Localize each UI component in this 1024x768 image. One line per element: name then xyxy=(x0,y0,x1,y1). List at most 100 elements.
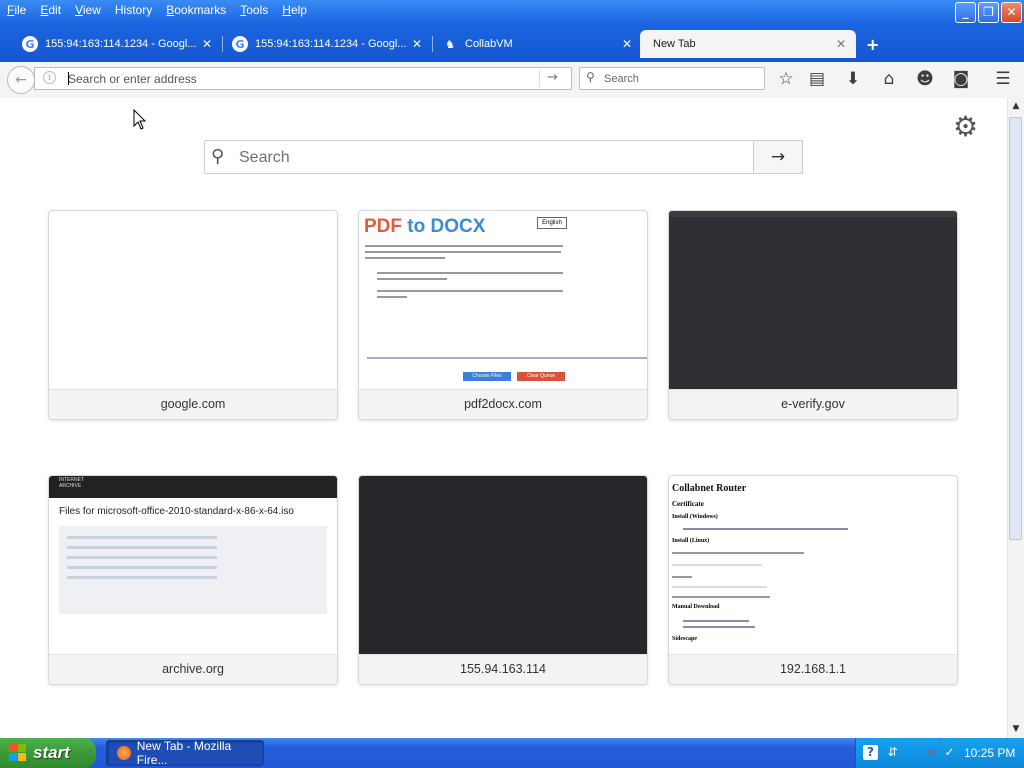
google-icon: G xyxy=(22,36,38,52)
help-icon[interactable]: ? xyxy=(863,745,878,760)
menu-bookmarks[interactable]: Bookmarks xyxy=(159,0,233,20)
tile-thumbnail xyxy=(49,211,337,389)
top-site-tile[interactable]: e-verify.gov xyxy=(668,210,958,420)
close-window-button[interactable]: ✕ xyxy=(1001,2,1022,23)
format-links-row xyxy=(367,357,647,359)
maximize-button[interactable]: ❐ xyxy=(978,2,999,23)
language-select: English xyxy=(537,217,567,229)
network-icon[interactable]: ⇵ xyxy=(885,745,900,760)
menu-label: ools xyxy=(246,3,269,17)
top-site-tile[interactable]: Collabnet Router Certificate Install (Wi… xyxy=(668,475,958,685)
tile-thumbnail: Collabnet Router Certificate Install (Wi… xyxy=(669,476,957,654)
security-shield-icon[interactable]: ⛨ xyxy=(924,745,939,760)
text-line xyxy=(672,586,767,588)
router-heading: Sidescape xyxy=(672,636,698,642)
mouse-cursor-icon xyxy=(133,109,147,130)
menu-accel: V xyxy=(75,3,83,17)
router-heading: Install (Linux) xyxy=(672,538,710,544)
search-icon: ⚲ xyxy=(211,146,225,167)
tab-new-tab[interactable]: New Tab ✕ xyxy=(640,30,856,58)
menu-label: ookmarks xyxy=(174,3,227,17)
go-arrow-icon[interactable]: → xyxy=(547,70,558,85)
archive-brand: INTERNET ARCHIVE xyxy=(59,477,84,489)
reader-list-icon[interactable]: ▤ xyxy=(806,68,828,90)
tile-label: 155.94.163.114 xyxy=(359,654,647,684)
menu-tools[interactable]: Tools xyxy=(233,0,275,20)
menu-accel: H xyxy=(282,3,291,17)
info-icon[interactable]: i xyxy=(43,71,56,84)
menu-view[interactable]: View xyxy=(68,0,108,20)
top-site-tile[interactable]: PDF to DOCX English Choose Files Clear Q… xyxy=(358,210,648,420)
scroll-up-icon[interactable]: ▲ xyxy=(1010,101,1022,113)
scrollbar-thumb[interactable] xyxy=(1009,117,1022,540)
text-line xyxy=(672,576,692,578)
update-icon[interactable]: ✓ xyxy=(942,745,957,760)
search-input[interactable] xyxy=(602,70,756,88)
text-line xyxy=(365,257,445,259)
address-input[interactable] xyxy=(66,69,528,88)
download-icon[interactable]: ⬇ xyxy=(842,68,864,90)
menu-label: ile xyxy=(14,3,27,17)
tile-label: google.com xyxy=(49,389,337,419)
router-heading: Install (Windows) xyxy=(672,514,718,520)
close-icon[interactable]: ✕ xyxy=(620,37,634,51)
minimize-button[interactable]: _ xyxy=(955,2,976,23)
search-icon: ⚲ xyxy=(586,70,595,84)
text-caret xyxy=(68,72,69,85)
archive-header: INTERNET ARCHIVE xyxy=(49,476,337,498)
page-search-input[interactable] xyxy=(237,146,741,170)
back-button[interactable]: ← xyxy=(7,66,35,94)
tab-google-2[interactable]: G 155:94:163:114.1234 - Googl... ✕ xyxy=(210,30,432,58)
windows-logo-icon xyxy=(9,744,27,762)
file-row xyxy=(67,546,217,549)
search-go-button[interactable]: → xyxy=(754,140,803,174)
menu-label: History xyxy=(114,3,153,17)
menu-edit[interactable]: Edit xyxy=(33,0,68,20)
hamburger-menu-icon[interactable]: ☰ xyxy=(992,68,1014,90)
home-icon[interactable]: ⌂ xyxy=(878,68,900,90)
top-site-tile[interactable]: google.com xyxy=(48,210,338,420)
tile-label: 192.168.1.1 xyxy=(669,654,957,684)
top-site-tile[interactable]: 155.94.163.114 xyxy=(358,475,648,685)
tile-label: archive.org xyxy=(49,654,337,684)
clear-queue-button: Clear Queue xyxy=(517,372,565,381)
tile-thumbnail xyxy=(669,211,957,389)
file-row xyxy=(67,576,217,579)
bookmark-star-icon[interactable]: ☆ xyxy=(775,68,797,90)
settings-gear-icon[interactable]: ⚙ xyxy=(953,113,978,141)
menu-label: dit xyxy=(48,3,62,17)
start-label: start xyxy=(33,743,70,762)
new-tab-button[interactable]: + xyxy=(866,35,879,54)
chat-icon[interactable]: ☻ xyxy=(914,68,936,90)
tab-title: 155:94:163:114.1234 - Googl... xyxy=(45,38,197,50)
google-icon: G xyxy=(232,36,248,52)
top-site-tile[interactable]: INTERNET ARCHIVE Files for microsoft-off… xyxy=(48,475,338,685)
file-row xyxy=(67,536,217,539)
text-line xyxy=(365,245,563,247)
menu-bar: File Edit View History Bookmarks Tools H… xyxy=(0,0,314,20)
menu-label: elp xyxy=(290,3,307,17)
close-icon[interactable]: ✕ xyxy=(834,37,848,51)
text-line xyxy=(377,290,563,292)
tab-collabvm[interactable]: ♞ CollabVM ✕ xyxy=(420,30,642,58)
menu-label: iew xyxy=(82,3,101,17)
menu-history[interactable]: History xyxy=(108,0,159,20)
menu-help[interactable]: Help xyxy=(275,0,314,20)
menu-file[interactable]: File xyxy=(0,0,33,20)
file-row xyxy=(67,566,217,569)
taskbar-firefox-item[interactable]: New Tab - Mozilla Fire... xyxy=(106,739,264,767)
text-line xyxy=(672,564,762,566)
firefox-icon xyxy=(117,746,131,760)
tab-google-1[interactable]: G 155:94:163:114.1234 - Googl... ✕ xyxy=(0,30,222,58)
text-line xyxy=(683,528,848,530)
tile-thumbnail xyxy=(359,476,647,654)
text-line xyxy=(683,620,749,622)
archive-page-title: Files for microsoft-office-2010-standard… xyxy=(59,506,294,517)
pdf2docx-logo: PDF to DOCX xyxy=(364,216,486,237)
thumb-topbar xyxy=(669,211,957,217)
tab-title: CollabVM xyxy=(465,38,513,50)
scroll-down-icon[interactable]: ▼ xyxy=(1010,724,1022,736)
text-line xyxy=(365,251,561,253)
choose-files-button: Choose Files xyxy=(463,372,511,381)
pocket-icon[interactable]: ◙ xyxy=(950,68,972,90)
